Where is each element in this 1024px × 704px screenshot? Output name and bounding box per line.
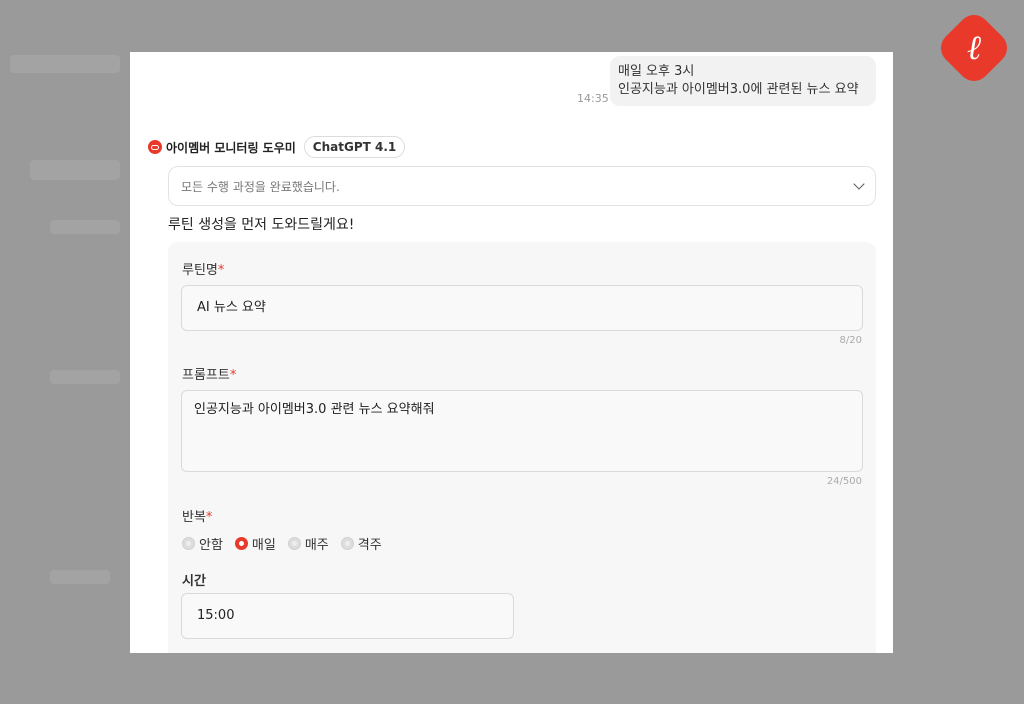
process-status-dropdown[interactable]: 모든 수행 과정을 완료했습니다. [168, 166, 876, 206]
routine-name-input[interactable]: AI 뉴스 요약 [181, 285, 863, 331]
repeat-option-weekly[interactable]: 매주 [287, 534, 329, 553]
user-message-line: 매일 오후 3시 [618, 64, 695, 79]
user-message-bubble: 매일 오후 3시 인공지능과 아이멤버3.0에 관련된 뉴스 요약 [610, 56, 876, 106]
brand-logo-glyph: ℓ [966, 28, 982, 68]
radio-selected-icon [234, 537, 248, 550]
routine-name-label: 루틴명* [182, 263, 225, 278]
time-label: 시간 [182, 574, 206, 589]
background-sidebar-item [50, 370, 120, 384]
routine-form-card: 루틴명* AI 뉴스 요약 8/20 프롬프트* 인공지능과 아이멤버3.0 관… [168, 242, 876, 653]
repeat-option-biweekly[interactable]: 격주 [340, 534, 382, 553]
model-badge: ChatGPT 4.1 [303, 136, 406, 158]
time-input[interactable]: 15:00 [181, 593, 514, 639]
repeat-option-none[interactable]: 안함 [182, 534, 223, 553]
intro-text: 루틴 생성을 먼저 도와드릴게요! [168, 217, 355, 233]
bot-name: 아이멤버 모니터링 도우미 [166, 140, 296, 155]
repeat-option-daily[interactable]: 매일 [234, 534, 276, 553]
bot-header: 아이멤버 모니터링 도우미 ChatGPT 4.1 [148, 136, 406, 158]
radio-icon [182, 537, 195, 550]
routine-name-counter: 8/20 [839, 335, 862, 346]
routine-modal: 14:35 매일 오후 3시 인공지능과 아이멤버3.0에 관련된 뉴스 요약 … [130, 52, 893, 653]
bot-avatar-icon [148, 140, 162, 154]
repeat-radio-group: 안함 매일 매주 격주 [182, 534, 394, 553]
chevron-down-icon [853, 178, 865, 190]
background-header-bar [10, 55, 120, 73]
status-text: 모든 수행 과정을 완료했습니다. [181, 179, 340, 194]
repeat-label: 반복* [182, 510, 213, 525]
radio-icon [340, 537, 354, 550]
background-sidebar-item [50, 570, 110, 584]
background-sidebar-item [50, 220, 120, 234]
user-message-time: 14:35 [577, 92, 609, 105]
user-message-line: 인공지능과 아이멤버3.0에 관련된 뉴스 요약 [618, 82, 859, 97]
prompt-textarea[interactable]: 인공지능과 아이멤버3.0 관련 뉴스 요약해줘 [181, 390, 863, 472]
radio-icon [287, 537, 301, 550]
background-sidebar-item [30, 160, 120, 180]
prompt-label: 프롬프트* [182, 368, 237, 383]
prompt-counter: 24/500 [826, 476, 862, 487]
